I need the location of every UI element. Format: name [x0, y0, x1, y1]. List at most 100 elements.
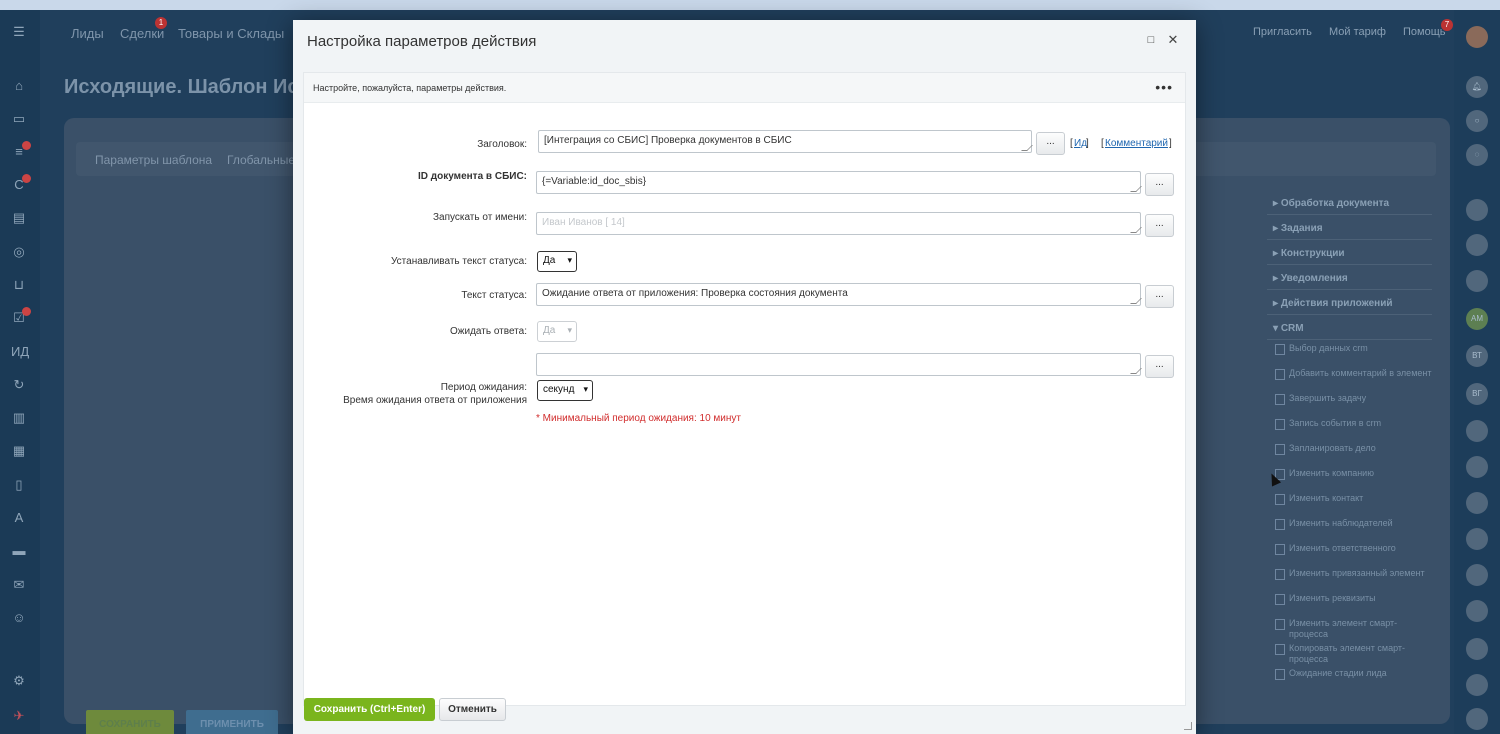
- user-avatar[interactable]: [1466, 26, 1488, 48]
- doc-icon[interactable]: ▥: [11, 410, 27, 426]
- contact-avatar[interactable]: [1466, 564, 1488, 586]
- robot-item[interactable]: Изменить контакт: [1267, 493, 1432, 518]
- period-picker-button[interactable]: ...: [1145, 355, 1174, 378]
- wait-value: Да: [543, 325, 556, 336]
- set-status-select[interactable]: Да ▾: [537, 251, 577, 272]
- nav-invite[interactable]: Пригласить: [1253, 26, 1312, 38]
- category-tasks[interactable]: ▸ Задания: [1267, 218, 1432, 240]
- category-notifications[interactable]: ▸ Уведомления: [1267, 268, 1432, 290]
- contact-avatar[interactable]: ВТ: [1466, 345, 1488, 367]
- wait-select[interactable]: Да ▾: [537, 321, 577, 342]
- category-doc-processing[interactable]: ▸ Обработка документа: [1267, 193, 1432, 215]
- contact-avatar[interactable]: [1466, 199, 1488, 221]
- category-constructions[interactable]: ▸ Конструкции: [1267, 243, 1432, 265]
- bracket-close: ]: [1169, 138, 1172, 149]
- shop-icon[interactable]: ▤: [11, 210, 27, 226]
- category-crm[interactable]: ▾ CRM: [1267, 318, 1432, 340]
- robot-item[interactable]: Ожидание стадии лида: [1267, 668, 1432, 693]
- run-as-label: Запускать от имени:: [432, 212, 527, 223]
- file-icon[interactable]: ▯: [11, 477, 27, 493]
- contact-avatar[interactable]: ВГ: [1466, 383, 1488, 405]
- robot-item[interactable]: Запланировать дело: [1267, 443, 1432, 468]
- contact-avatar[interactable]: [1466, 708, 1488, 730]
- period-unit-select[interactable]: секунд ▾: [537, 380, 593, 401]
- contact-avatar[interactable]: [1466, 456, 1488, 478]
- title-picker-button[interactable]: ...: [1036, 132, 1065, 155]
- rocket-icon[interactable]: ✈: [11, 708, 27, 724]
- bg-apply-button[interactable]: ПРИМЕНИТЬ: [186, 710, 278, 734]
- robot-item[interactable]: Изменить наблюдателей: [1267, 518, 1432, 543]
- more-icon[interactable]: •••: [1155, 79, 1173, 95]
- chat-icon[interactable]: ▭: [11, 111, 27, 127]
- comment-link[interactable]: Комментарий: [1105, 138, 1168, 149]
- title-field[interactable]: [Интеграция со СБИС] Проверка документов…: [538, 130, 1033, 153]
- chat-bubble-icon[interactable]: ◌: [1466, 144, 1488, 166]
- robot-item[interactable]: Добавить комментарий в элемент: [1267, 368, 1432, 393]
- tab-globals[interactable]: Глобальные: [227, 153, 295, 167]
- contact-avatar[interactable]: [1466, 674, 1488, 696]
- robot-item[interactable]: Изменить ответственного: [1267, 543, 1432, 568]
- contact-avatar[interactable]: [1466, 270, 1488, 292]
- avatar[interactable]: ИД: [11, 344, 29, 360]
- contact-avatar[interactable]: [1466, 600, 1488, 622]
- nav-help[interactable]: Помощь: [1403, 26, 1446, 38]
- doc-id-picker-button[interactable]: ...: [1145, 173, 1174, 196]
- tab-template-params[interactable]: Параметры шаблона: [95, 153, 212, 167]
- resize-grip[interactable]: [1130, 186, 1142, 192]
- bracket-open: [: [1070, 138, 1073, 149]
- contact-avatar[interactable]: [1466, 420, 1488, 442]
- robot-item[interactable]: Завершить задачу: [1267, 393, 1432, 418]
- contact-avatar[interactable]: [1466, 638, 1488, 660]
- status-text-field[interactable]: Ожидание ответа от приложения: Проверка …: [536, 283, 1142, 306]
- nav-tariff[interactable]: Мой тариф: [1329, 26, 1386, 38]
- cart-icon[interactable]: ⊔: [11, 277, 27, 293]
- robot-item[interactable]: Изменить реквизиты: [1267, 593, 1432, 618]
- resize-grip[interactable]: [1021, 145, 1033, 151]
- nav-leads[interactable]: Лиды: [71, 26, 104, 41]
- target-icon[interactable]: ◎: [11, 244, 27, 260]
- resize-grip[interactable]: [1130, 368, 1142, 374]
- nav-goods[interactable]: Товары и Склады: [178, 26, 284, 41]
- robot-item[interactable]: Изменить привязанный элемент: [1267, 568, 1432, 593]
- chevron-down-icon: ▾: [567, 255, 572, 265]
- status-text-picker-button[interactable]: ...: [1145, 285, 1174, 308]
- doc-id-field[interactable]: {=Variable:id_doc_sbis}: [536, 171, 1142, 194]
- save-button[interactable]: Сохранить (Ctrl+Enter): [304, 698, 435, 721]
- robot-item[interactable]: Изменить элемент смарт-процесса: [1267, 618, 1432, 643]
- robot-item[interactable]: Выбор данных crm: [1267, 343, 1432, 368]
- bg-save-button[interactable]: СОХРАНИТЬ: [86, 710, 174, 734]
- run-as-picker-button[interactable]: ...: [1145, 214, 1174, 237]
- resize-grip[interactable]: [1130, 227, 1142, 233]
- home-icon[interactable]: ⌂: [11, 78, 27, 94]
- run-as-field[interactable]: Иван Иванов [ 14]: [536, 212, 1142, 235]
- period-sublabel: Время ожидания ответа от приложения: [343, 395, 527, 406]
- robot-item[interactable]: Копировать элемент смарт-процесса: [1267, 643, 1432, 668]
- people-icon[interactable]: ☺: [11, 610, 27, 626]
- contact-avatar[interactable]: [1466, 528, 1488, 550]
- dialog-resize-grip[interactable]: [1184, 722, 1192, 730]
- resize-grip[interactable]: [1130, 298, 1142, 304]
- settings-icon[interactable]: ⚙: [11, 673, 27, 689]
- maximize-icon[interactable]: □: [1143, 32, 1159, 48]
- robot-item[interactable]: Изменить компанию: [1267, 468, 1432, 493]
- cancel-button[interactable]: Отменить: [439, 698, 506, 721]
- mail-icon[interactable]: ✉: [11, 577, 27, 593]
- robots-panel: ▸ Обработка документа ▸ Задания ▸ Констр…: [1267, 193, 1432, 693]
- notifications-icon[interactable]: 🔔︎: [1466, 76, 1488, 98]
- close-icon[interactable]: ✕: [1165, 32, 1181, 48]
- left-rail: ☰ ⌂ ▭ ≡ C ▤ ◎ ⊔ ☑ ИД ↻ ▥ ▦ ▯ A ▬ ✉ ☺ ⚙ ✈: [0, 10, 40, 734]
- a-icon[interactable]: A: [11, 510, 27, 526]
- period-field[interactable]: [536, 353, 1142, 376]
- contact-avatar[interactable]: [1466, 234, 1488, 256]
- drive-icon[interactable]: ▬: [11, 543, 27, 559]
- doc-id-label: ID документа в СБИС:: [418, 171, 527, 182]
- category-app-actions[interactable]: ▸ Действия приложений: [1267, 293, 1432, 315]
- search-icon[interactable]: ○: [1466, 110, 1488, 132]
- contact-avatar[interactable]: [1466, 492, 1488, 514]
- sync-icon[interactable]: ↻: [11, 377, 27, 393]
- robot-item[interactable]: Запись события в crm: [1267, 418, 1432, 443]
- calendar-icon[interactable]: ▦: [11, 443, 27, 459]
- dialog-header[interactable]: Настройка параметров действия □ ✕: [293, 20, 1196, 62]
- contact-avatar[interactable]: АМ: [1466, 308, 1488, 330]
- menu-icon[interactable]: ☰: [11, 24, 27, 40]
